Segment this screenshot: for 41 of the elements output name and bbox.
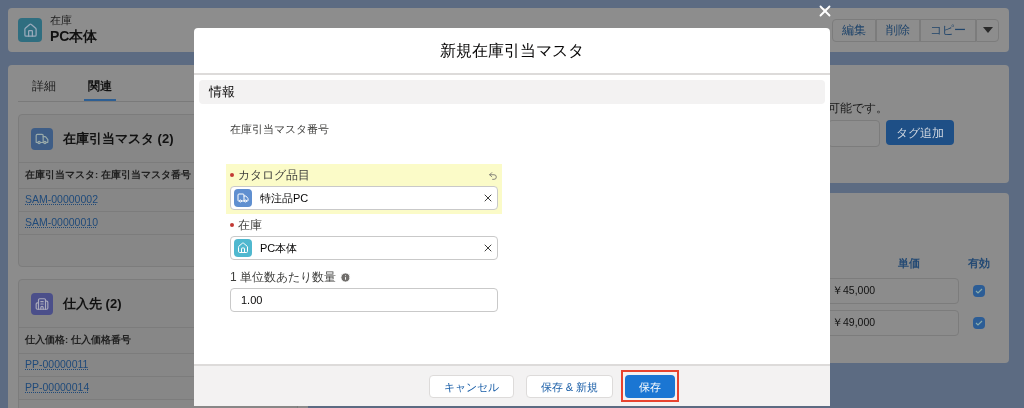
field-label: 在庫引当マスタ番号 bbox=[230, 123, 329, 135]
record-title: PC本体 bbox=[50, 28, 99, 46]
house-icon bbox=[234, 239, 252, 257]
action-button[interactable]: コピー bbox=[920, 18, 976, 42]
clear-icon[interactable] bbox=[482, 242, 494, 254]
section-header: 情報 bbox=[199, 80, 825, 104]
house-icon bbox=[18, 18, 42, 42]
lookup-value: PC本体 bbox=[260, 240, 299, 256]
related-list-title: 仕入先 (2) bbox=[63, 294, 122, 313]
related-list-title: 在庫引当マスタ (2) bbox=[63, 129, 174, 148]
object-label: 在庫 bbox=[50, 14, 73, 29]
field-label: 1 単位数あたり数量 bbox=[230, 269, 336, 286]
action-button[interactable]: 編集 bbox=[832, 18, 876, 42]
truck-icon bbox=[234, 189, 252, 207]
dialog-button[interactable]: 保存 & 新規 bbox=[525, 375, 614, 399]
truck-icon bbox=[31, 127, 53, 150]
dialog-button[interactable]: 保存 bbox=[625, 375, 676, 399]
tab[interactable]: 詳細 bbox=[28, 77, 60, 101]
column-header: 単価 bbox=[897, 256, 921, 271]
clear-icon[interactable] bbox=[482, 192, 494, 204]
lookup-value: 特注品PC bbox=[260, 190, 310, 206]
action-button[interactable]: 削除 bbox=[876, 18, 920, 42]
field-label: 在庫 bbox=[238, 217, 262, 234]
add-tag-button[interactable]: タグ追加 bbox=[886, 120, 954, 145]
checkbox[interactable] bbox=[973, 284, 985, 297]
lookup-field[interactable]: PC本体 bbox=[230, 236, 498, 260]
building-icon bbox=[31, 292, 53, 315]
checkbox[interactable] bbox=[973, 316, 985, 329]
tab[interactable]: 関連 bbox=[84, 77, 116, 101]
column-header: 在庫引当マスタ: 在庫引当マスタ番号 bbox=[25, 168, 191, 183]
column-header: 有効 bbox=[967, 256, 991, 271]
column-header: 仕入価格: 仕入価格番号 bbox=[25, 333, 131, 348]
modal-title: 新規在庫引当マスタ bbox=[440, 40, 584, 61]
field-label: カタログ品目 bbox=[238, 167, 310, 184]
dialog-button[interactable]: キャンセル bbox=[428, 375, 514, 399]
undo-icon[interactable] bbox=[488, 171, 498, 181]
number-input[interactable]: 1.00 bbox=[230, 288, 498, 312]
more-actions-button[interactable] bbox=[976, 18, 999, 42]
tag-input[interactable] bbox=[828, 120, 880, 147]
lookup-field[interactable]: 特注品PC bbox=[230, 186, 498, 210]
caret-icon bbox=[982, 27, 993, 33]
